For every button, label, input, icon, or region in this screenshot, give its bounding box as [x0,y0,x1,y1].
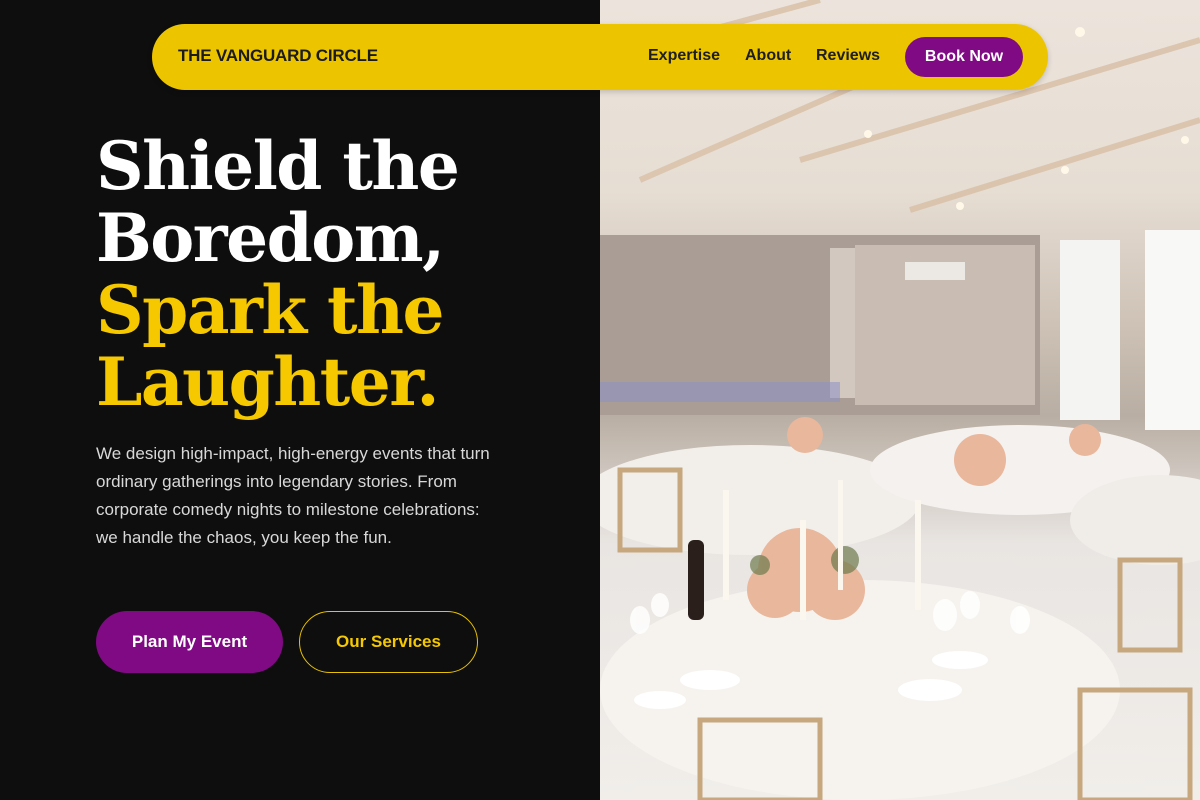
banquet-hall-photo [600,0,1200,800]
headline-line-3: Spark the [96,271,445,349]
top-navigation-bar: THE VANGUARD CIRCLE Expertise About Revi… [152,24,1048,90]
book-now-button[interactable]: Book Now [905,37,1023,77]
brand-logo-text[interactable]: THE VANGUARD CIRCLE [178,46,378,66]
our-services-button[interactable]: Our Services [299,611,478,673]
headline-line-1: Shield the [96,127,460,205]
nav-link-reviews[interactable]: Reviews [816,47,880,65]
nav-link-about[interactable]: About [745,47,791,65]
plan-my-event-button[interactable]: Plan My Event [96,611,283,673]
hero-description: We design high-impact, high-energy event… [96,444,490,547]
banquet-hall-illustration [600,0,1200,800]
headline-line-4: Laughter. [96,343,439,421]
headline-line-2: Boredom, [96,199,445,277]
hero-headline: Shield the Boredom, Spark the Laughter. [96,127,460,421]
nav-link-expertise[interactable]: Expertise [648,47,720,65]
